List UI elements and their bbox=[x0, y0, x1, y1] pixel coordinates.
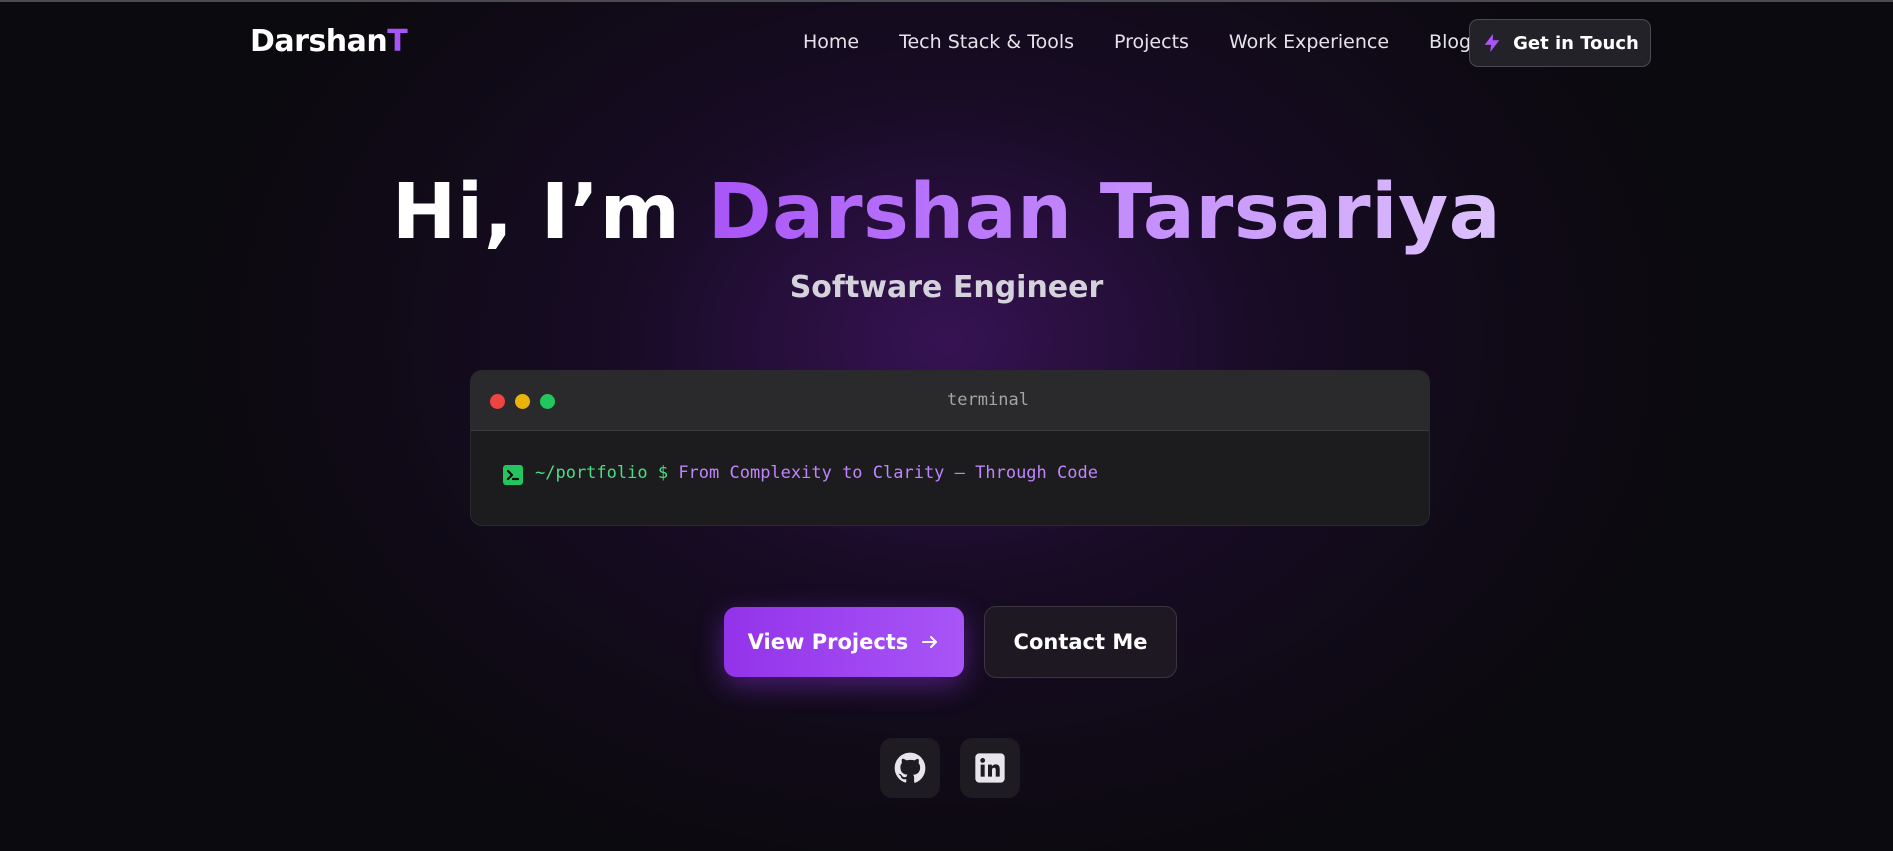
get-in-touch-label: Get in Touch bbox=[1513, 32, 1639, 54]
hero-heading: Hi, I’m Darshan Tarsariya bbox=[0, 168, 1893, 257]
nav-link-home[interactable]: Home bbox=[803, 31, 859, 53]
hero-subtitle: Software Engineer bbox=[789, 270, 1104, 305]
terminal-message: From Complexity to Clarity — Through Cod… bbox=[678, 463, 1098, 483]
logo-main-text: Darshan bbox=[250, 24, 388, 59]
view-projects-label: View Projects bbox=[747, 630, 909, 654]
site-logo[interactable]: DarshanT bbox=[250, 24, 408, 59]
arrow-right-icon bbox=[922, 636, 938, 648]
contact-me-label: Contact Me bbox=[1013, 630, 1148, 654]
terminal-command-line: ~/portfolio $ From Complexity to Clarity… bbox=[535, 463, 1098, 483]
terminal-title: terminal bbox=[947, 390, 1029, 410]
nav-link-tech-stack[interactable]: Tech Stack & Tools bbox=[899, 31, 1074, 53]
linkedin-icon bbox=[975, 753, 1005, 783]
github-icon bbox=[894, 752, 926, 783]
github-link[interactable] bbox=[880, 738, 940, 798]
get-in-touch-button[interactable]: Get in Touch bbox=[1469, 19, 1651, 67]
terminal-window: terminal ~/portfolio $ From Complexity t… bbox=[470, 370, 1430, 526]
lightning-icon bbox=[1484, 33, 1500, 53]
nav-link-work-experience[interactable]: Work Experience bbox=[1229, 31, 1389, 53]
nav-links: Home Tech Stack & Tools Projects Work Ex… bbox=[803, 31, 1481, 53]
top-navigation: DarshanT Home Tech Stack & Tools Project… bbox=[0, 0, 1893, 86]
linkedin-link[interactable] bbox=[960, 738, 1020, 798]
nav-link-projects[interactable]: Projects bbox=[1114, 31, 1189, 53]
terminal-header: terminal bbox=[471, 371, 1429, 431]
contact-me-button[interactable]: Contact Me bbox=[984, 606, 1177, 678]
logo-accent-letter: T bbox=[387, 24, 408, 59]
view-projects-button[interactable]: View Projects bbox=[724, 607, 964, 677]
terminal-prompt: ~/portfolio $ bbox=[535, 463, 669, 483]
terminal-icon bbox=[503, 465, 523, 485]
hero-name: Darshan Tarsariya bbox=[707, 168, 1502, 257]
terminal-body: ~/portfolio $ From Complexity to Clarity… bbox=[471, 431, 1429, 525]
hero-greeting: Hi, I’m bbox=[391, 168, 708, 257]
